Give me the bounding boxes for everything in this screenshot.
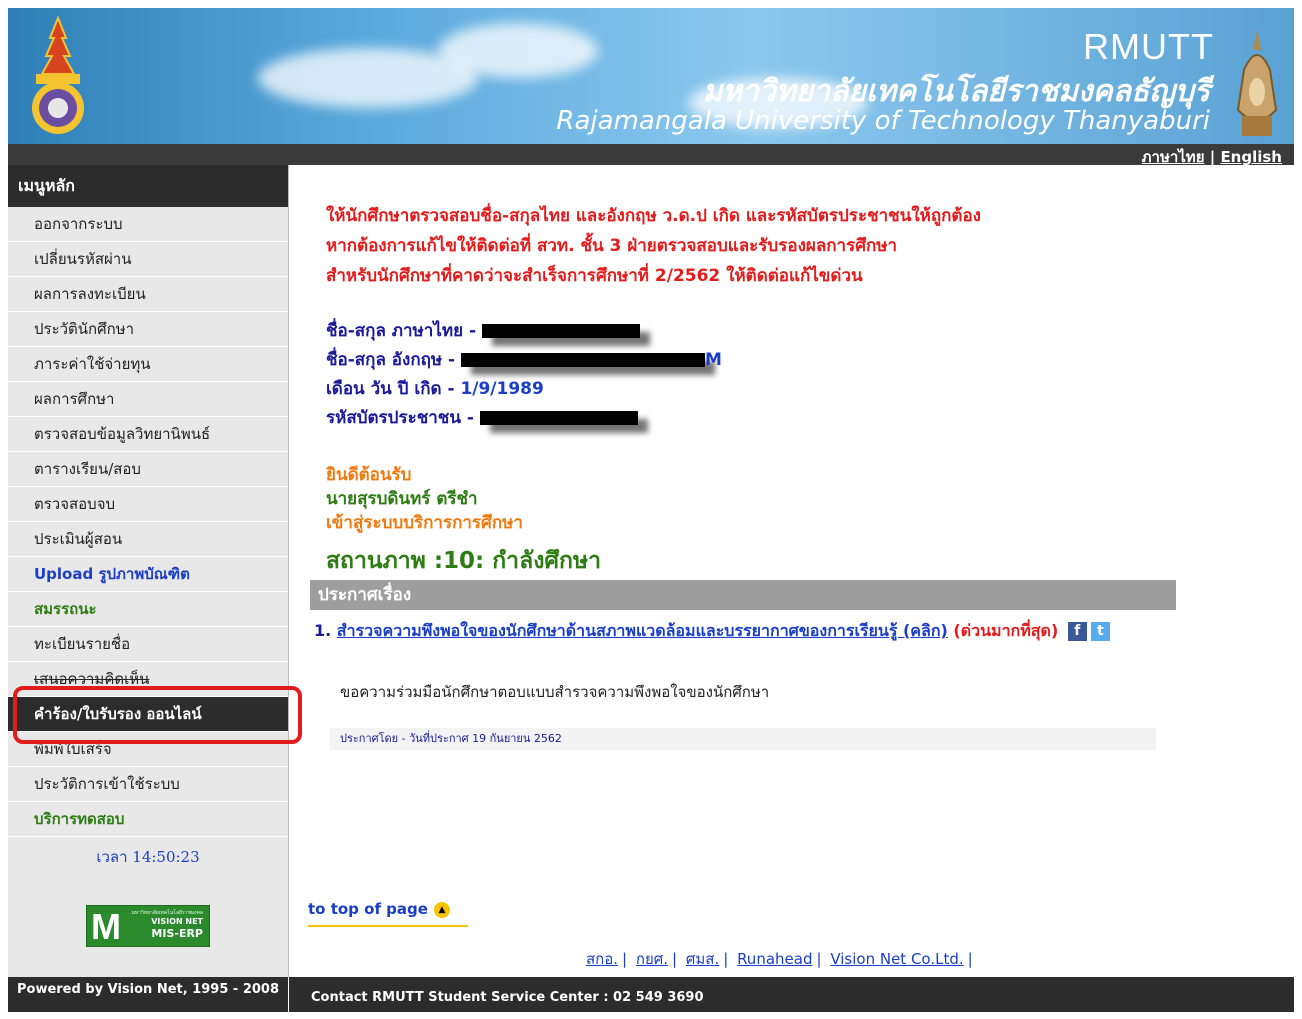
name-english-label: ชื่อ-สกุล อังกฤษ - [326, 350, 456, 370]
language-bar: ภาษาไทย | English [8, 144, 1294, 166]
notice-line-2: หากต้องการแก้ไขให้ติดต่อที่ สวท. ชั้น 3 … [326, 236, 898, 256]
lang-english-link[interactable]: English [1220, 148, 1282, 166]
announcement-link[interactable]: สำรวจความพึงพอใจของนักศึกษาด้านสภาพแวดล้… [337, 621, 948, 640]
welcome-enter: เข้าสู่ระบบบริการการศึกษา [326, 513, 523, 533]
sidebar-item-competency[interactable]: สมรรถนะ [8, 592, 288, 627]
name-english-row: ชื่อ-สกุล อังกฤษ - M [326, 346, 722, 375]
powered-by: Powered by Vision Net, 1995 - 2008 [8, 977, 288, 1012]
sidebar-item-graduation-check[interactable]: ตรวจสอบจบ [8, 487, 288, 522]
lang-separator: | [1209, 148, 1216, 166]
link-vision-net[interactable]: Vision Net Co.Ltd. [830, 950, 963, 968]
link-kys[interactable]: กยศ. [636, 950, 668, 968]
id-row: รหัสบัตรประชาชน - [326, 404, 722, 433]
redacted-name-english [461, 353, 706, 367]
arrow-up-icon: ▲ [433, 901, 450, 918]
name-thai-row: ชื่อ-สกุล ภาษาไทย - [326, 317, 722, 346]
divider [308, 925, 468, 927]
sidebar-item-student-profile[interactable]: ประวัตินักศึกษา [8, 312, 288, 347]
vision-net-text: VISION NET [151, 917, 203, 926]
id-label: รหัสบัตรประชาชน - [326, 408, 474, 428]
announcement-item: 1. สำรวจความพึงพอใจของนักศึกษาด้านสภาพแว… [314, 619, 1144, 643]
sidebar: เมนูหลัก ออกจากระบบ เปลี่ยนรหัสผ่าน ผลกา… [8, 165, 289, 977]
sidebar-title: เมนูหลัก [8, 165, 288, 207]
sidebar-item-registration-result[interactable]: ผลการลงทะเบียน [8, 277, 288, 312]
link-sko[interactable]: สกอ. [586, 950, 618, 968]
brand-english-name: Rajamangala University of Technology Tha… [556, 106, 1210, 136]
welcome-name: นายสุรบดินทร์ ตรีชำ [326, 489, 478, 509]
sidebar-item-change-password[interactable]: เปลี่ยนรหัสผ่าน [8, 242, 288, 277]
vision-net-small-text: มหาวิทยาลัยเทคโนโลยีราชมงคล [131, 910, 203, 916]
name-english-tail: M [705, 350, 722, 370]
site-header: RMUTT มหาวิทยาลัยเทคโนโลยีราชมงคลธัญบุรี… [8, 8, 1294, 144]
bottom-links: สกอ. | กยศ. | ศมส. | Runahead | Vision Net C… [586, 950, 973, 968]
redacted-name-thai [481, 324, 640, 338]
notice-line-3: สำหรับนักศึกษาที่คาดว่าจะสำเร็จการศึกษาท… [326, 266, 863, 286]
main-content: ให้นักศึกษาตรวจสอบชื่อ-สกุลไทย และอังกฤษ… [290, 165, 1294, 977]
highlight-annotation [13, 686, 302, 744]
student-info: ชื่อ-สกุล ภาษาไทย - ชื่อ-สกุล อังกฤษ - M… [326, 317, 722, 433]
contact-bar: Contact RMUTT Student Service Center : 0… [289, 977, 1294, 1012]
announcement-description: ขอความร่วมมือนักศึกษาตอบแบบสำรวจความพึงพ… [340, 683, 770, 701]
to-top-link[interactable]: to top of page ▲ [308, 900, 450, 918]
notice-block: ให้นักศึกษาตรวจสอบชื่อ-สกุลไทย และอังกฤษ… [326, 201, 981, 291]
vision-net-logo[interactable]: M มหาวิทยาลัยเทคโนโลยีราชมงคล VISION NET… [86, 905, 210, 947]
university-seal-icon [32, 16, 84, 134]
welcome-greeting: ยินดีต้อนรับ [326, 465, 412, 485]
sidebar-item-expenses[interactable]: ภาระค่าใช้จ่ายทุน [8, 347, 288, 382]
sidebar-item-logout[interactable]: ออกจากระบบ [8, 207, 288, 242]
dob-value: 1/9/1989 [460, 379, 544, 399]
welcome-block: ยินดีต้อนรับ นายสุรบดินทร์ ตรีชำ เข้าสู่… [326, 463, 523, 535]
link-runahead[interactable]: Runahead [737, 950, 812, 968]
to-top-label: to top of page [308, 900, 428, 918]
announcement-meta: ประกาศโดย - วันที่ประกาศ 19 กันยายน 2562 [330, 728, 1156, 750]
cloud-decoration [438, 23, 598, 78]
announcement-urgent: (ด่วนมากที่สุด) [953, 621, 1059, 640]
twitter-share-icon[interactable]: t [1090, 622, 1110, 641]
announcement-header: ประกาศเรื่อง [310, 580, 1176, 610]
vision-net-m-icon: M [91, 906, 121, 947]
facebook-share-icon[interactable]: f [1067, 622, 1087, 641]
name-thai-label: ชื่อ-สกุล ภาษาไทย - [326, 321, 477, 341]
sidebar-item-evaluate-teacher[interactable]: ประเมินผู้สอน [8, 522, 288, 557]
sidebar-item-schedule[interactable]: ตารางเรียน/สอบ [8, 452, 288, 487]
announcement-number: 1. [314, 621, 332, 640]
dob-label: เดือน วัน ปี เกิด - [326, 379, 455, 399]
lang-thai-link[interactable]: ภาษาไทย [1142, 148, 1205, 166]
sidebar-item-login-history[interactable]: ประวัติการเข้าใช้ระบบ [8, 767, 288, 802]
link-sms[interactable]: ศมส. [686, 950, 719, 968]
dob-row: เดือน วัน ปี เกิด - 1/9/1989 [326, 375, 722, 404]
brand-abbreviation: RMUTT [1083, 26, 1214, 67]
sidebar-item-name-register[interactable]: ทะเบียนรายชื่อ [8, 627, 288, 662]
sidebar-item-testing-service[interactable]: บริการทดสอบ [8, 802, 288, 837]
mis-erp-text: MIS-ERP [151, 927, 203, 940]
rmutt-logo-icon [1236, 30, 1278, 136]
redacted-id [479, 411, 638, 425]
clock: เวลา 14:50:23 [96, 848, 200, 866]
sidebar-item-grades[interactable]: ผลการศึกษา [8, 382, 288, 417]
student-status: สถานภาพ :10: กำลังศึกษา [326, 548, 602, 574]
sidebar-item-thesis[interactable]: ตรวจสอบข้อมูลวิทยานิพนธ์ [8, 417, 288, 452]
sidebar-item-upload-photo[interactable]: Upload รูปภาพบัณฑิต [8, 557, 288, 592]
notice-line-1: ให้นักศึกษาตรวจสอบชื่อ-สกุลไทย และอังกฤษ… [326, 206, 981, 226]
